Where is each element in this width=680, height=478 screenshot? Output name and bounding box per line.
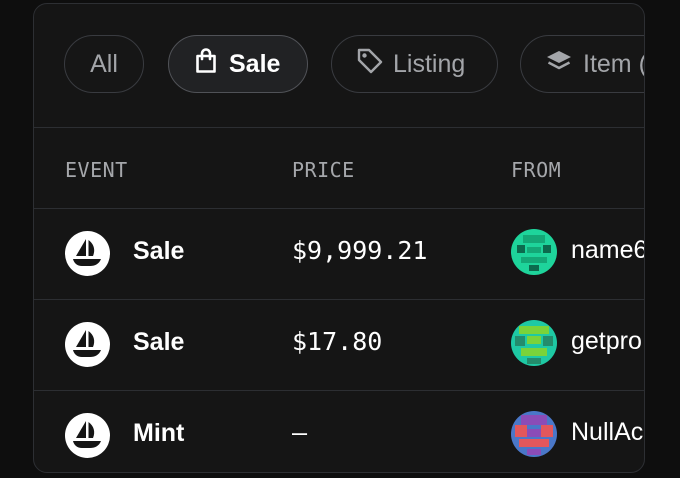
filter-chip-label: Sale [229, 49, 281, 78]
price-value: $9,999.21 [292, 236, 428, 265]
filter-chip-item[interactable]: Item ( [520, 35, 645, 93]
layers-icon [545, 49, 573, 80]
from-username[interactable]: getpro [571, 327, 642, 356]
table-row[interactable]: Sale $17.80 getpro [34, 300, 644, 391]
table-row[interactable]: Sale $9,999.21 name6 [34, 209, 644, 300]
event-filter-bar: All Sale Listing Item ( [34, 4, 644, 128]
filter-chip-label: Item ( [583, 49, 645, 78]
filter-chip-label: All [90, 49, 118, 78]
filter-chip-listing[interactable]: Listing [331, 35, 498, 93]
from-username[interactable]: NullAc [571, 418, 643, 447]
opensea-boat-icon [65, 413, 110, 458]
shopping-bag-icon [195, 47, 217, 81]
avatar[interactable] [511, 229, 557, 275]
opensea-boat-icon [65, 322, 110, 367]
price-value: – [292, 418, 308, 447]
filter-chip-all[interactable]: All [64, 35, 144, 93]
event-type: Sale [133, 328, 185, 356]
avatar[interactable] [511, 320, 557, 366]
column-header-event: EVENT [65, 158, 128, 182]
column-header-price: PRICE [292, 158, 355, 182]
avatar[interactable] [511, 411, 557, 457]
table-row[interactable]: Mint – NullAc [34, 391, 644, 472]
from-username[interactable]: name6 [571, 236, 644, 265]
filter-chip-label: Listing [393, 49, 466, 78]
column-header-from: FROM [511, 158, 562, 182]
tag-icon [356, 47, 384, 82]
filter-chip-sale[interactable]: Sale [168, 35, 308, 93]
table-header: EVENT PRICE FROM [34, 128, 644, 209]
event-type: Mint [133, 419, 185, 447]
item-activity-panel: All Sale Listing Item (EVENT PRICE FROM… [33, 3, 645, 473]
event-type: Sale [133, 237, 185, 265]
price-value: $17.80 [292, 327, 383, 356]
opensea-boat-icon [65, 231, 110, 276]
